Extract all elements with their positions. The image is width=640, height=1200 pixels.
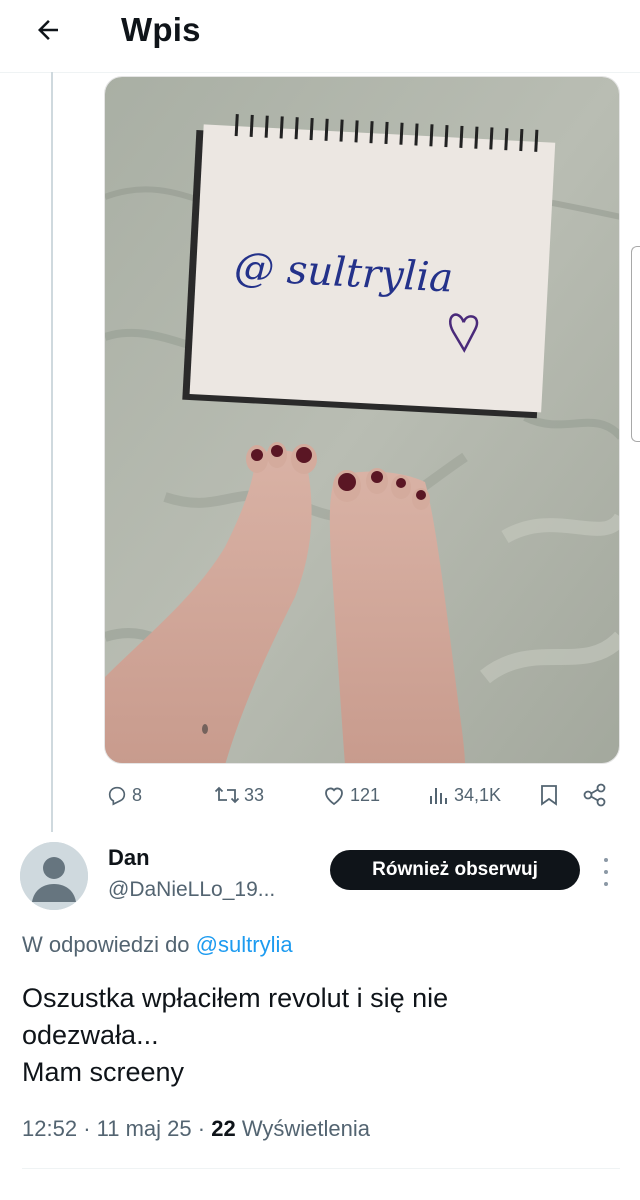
more-dot-icon — [604, 870, 608, 874]
avatar[interactable] — [20, 842, 88, 910]
back-button[interactable] — [26, 10, 70, 50]
reply-author-name[interactable]: Dan — [108, 845, 150, 871]
default-avatar-icon — [20, 842, 88, 910]
reply-text-line: odezwała... — [22, 1020, 159, 1050]
post-media-image[interactable]: @ sultrylia — [104, 76, 620, 764]
reply-views-count: 22 — [211, 1116, 236, 1141]
more-dot-icon — [604, 858, 608, 862]
reply-body-text: Oszustka wpłaciłem revolut i się nie ode… — [22, 980, 612, 1091]
like-count: 121 — [350, 784, 381, 805]
bottom-divider — [22, 1168, 620, 1169]
thread-connector-line — [51, 72, 53, 832]
reply-time[interactable]: 12:52 — [22, 1116, 77, 1141]
top-app-bar: Wpis — [0, 0, 640, 66]
reply-action[interactable]: 8 — [106, 780, 142, 810]
reply-date[interactable]: 11 maj 25 — [97, 1116, 192, 1141]
views-icon — [430, 788, 447, 804]
reply-icon — [108, 786, 126, 806]
share-icon — [583, 783, 606, 807]
more-dot-icon — [604, 882, 608, 886]
like-icon — [325, 787, 343, 806]
photo-illustration: @ sultrylia — [105, 77, 619, 763]
bookmark-action[interactable] — [538, 780, 560, 810]
repost-icon — [214, 786, 240, 804]
views-action[interactable]: 34,1K — [428, 780, 501, 810]
separator-dot: · — [197, 1116, 212, 1141]
bookmark-icon — [541, 785, 557, 806]
reply-metadata: 12:52 · 11 maj 25 · 22 Wyświetlenia — [22, 1116, 370, 1142]
reply-text-line: Mam screeny — [22, 1057, 185, 1087]
arrow-left-icon — [38, 20, 58, 40]
replying-to-prefix: W odpowiedzi do — [22, 932, 190, 957]
post-action-bar: 8 33 121 34,1K — [104, 780, 620, 810]
follow-back-button[interactable]: Również obserwuj — [330, 850, 580, 890]
reply-count: 8 — [132, 784, 143, 805]
replying-to-line: W odpowiedzi do @sultrylia — [22, 932, 293, 958]
reply-author-handle[interactable]: @DaNieLLo_19... — [108, 878, 275, 902]
scrollbar-thumb[interactable] — [631, 246, 640, 442]
views-count: 34,1K — [454, 784, 502, 805]
page-title: Wpis — [121, 11, 201, 48]
repost-count: 33 — [244, 784, 265, 805]
reply-text-line: Oszustka wpłaciłem revolut i się nie — [22, 983, 449, 1013]
replying-to-user-link[interactable]: @sultrylia — [196, 932, 293, 957]
header-divider — [0, 72, 640, 73]
reply-views-label: Wyświetlenia — [241, 1116, 370, 1141]
like-action[interactable]: 121 — [322, 780, 380, 810]
share-action[interactable] — [582, 780, 608, 810]
more-options-button[interactable] — [596, 858, 616, 886]
separator-dot: · — [83, 1116, 97, 1141]
repost-action[interactable]: 33 — [214, 780, 264, 810]
